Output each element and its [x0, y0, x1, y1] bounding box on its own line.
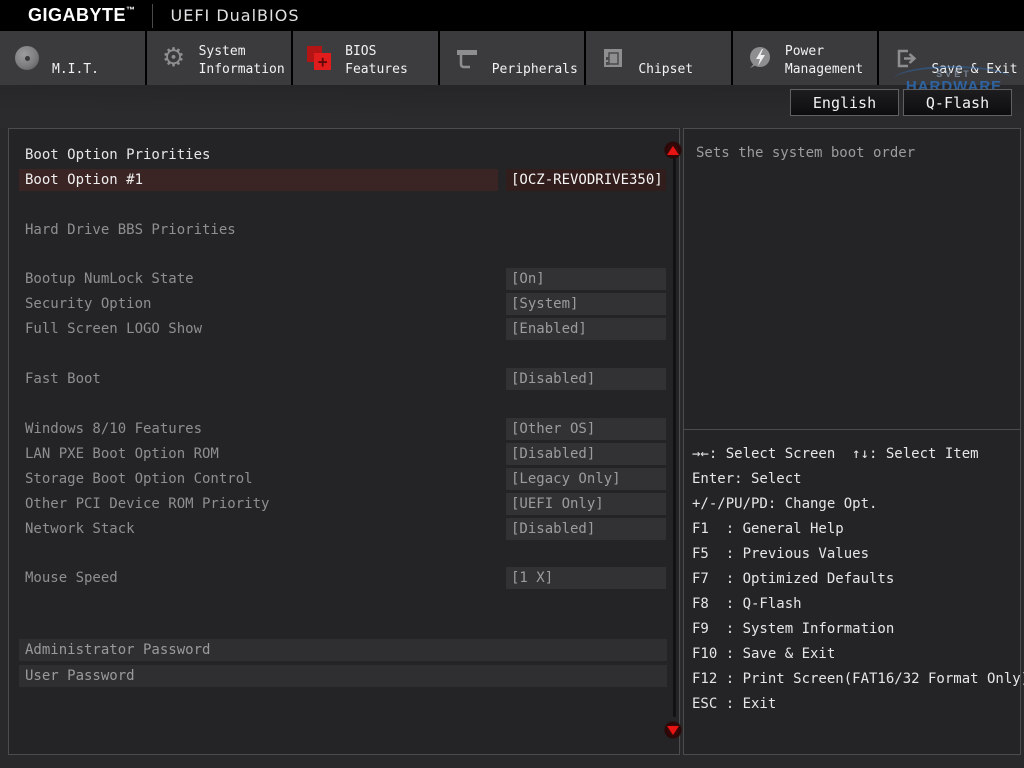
help-key-line: Enter: Select: [692, 468, 1016, 493]
help-key-line: F12 : Print Screen(FAT16/32 Format Only): [692, 668, 1016, 693]
setting-label: Bootup NumLock State: [19, 268, 194, 290]
help-description: Sets the system boot order: [696, 145, 915, 161]
setting-label: Boot Option Priorities: [19, 144, 210, 166]
power-lightning-icon: [746, 44, 774, 72]
boot-option-1-row[interactable]: Boot Option #1 [OCZ-REVODRIVE350]: [19, 169, 667, 191]
bios-title: UEFI DualBIOS: [171, 6, 300, 25]
setting-value[interactable]: [OCZ-REVODRIVE350]: [506, 169, 666, 191]
help-key-line: F9 : System Information: [692, 618, 1016, 643]
setting-label: Full Screen LOGO Show: [19, 318, 202, 340]
hard-drive-bbs-priorities-row[interactable]: Hard Drive BBS Priorities: [19, 219, 667, 241]
setting-value[interactable]: [On]: [506, 268, 666, 290]
help-panel: Sets the system boot order →←: Select Sc…: [683, 128, 1021, 755]
storage-boot-option-control-row[interactable]: Storage Boot Option Control [Legacy Only]: [19, 468, 667, 490]
help-key-line: +/-/PU/PD: Change Opt.: [692, 493, 1016, 518]
main-menu-tabbar: M.I.T. ⚙ System Information + BIOS Featu…: [0, 31, 1024, 85]
setting-value[interactable]: [1 X]: [506, 567, 666, 589]
setting-label: Administrator Password: [19, 639, 210, 661]
setting-value[interactable]: [Disabled]: [506, 368, 666, 390]
tab-power-management[interactable]: Power Management: [733, 31, 878, 85]
qflash-button[interactable]: Q-Flash: [903, 89, 1012, 116]
setting-label: Other PCI Device ROM Priority: [19, 493, 269, 515]
user-password-row[interactable]: User Password: [19, 665, 667, 687]
tab-chipset[interactable]: Chipset: [586, 31, 731, 85]
key-legend: →←: Select Screen ↑↓: Select ItemEnter: …: [692, 443, 1016, 718]
tab-label: Chipset: [638, 61, 693, 79]
title-bar: GIGABYTE™ UEFI DualBIOS: [0, 0, 1024, 31]
setting-label: Windows 8/10 Features: [19, 418, 202, 440]
language-button[interactable]: English: [790, 89, 899, 116]
scroll-up-arrow-icon[interactable]: [664, 141, 682, 159]
help-divider: [684, 429, 1020, 430]
tab-label: Peripherals: [492, 61, 578, 79]
fast-boot-row[interactable]: Fast Boot [Disabled]: [19, 368, 667, 390]
help-key-line: ESC : Exit: [692, 693, 1016, 718]
gear-icon: ⚙: [160, 44, 188, 72]
help-key-line: F7 : Optimized Defaults: [692, 568, 1016, 593]
help-key-line: F1 : General Help: [692, 518, 1016, 543]
tab-peripherals[interactable]: Peripherals: [440, 31, 585, 85]
tab-system-information[interactable]: ⚙ System Information: [147, 31, 292, 85]
dial-icon: [13, 44, 41, 72]
setting-label: Network Stack: [19, 518, 135, 540]
settings-panel: Boot Option Priorities Boot Option #1 [OCZ…: [8, 128, 680, 755]
help-key-line: F10 : Save & Exit: [692, 643, 1016, 668]
chipset-icon: [599, 44, 627, 72]
setting-label: Mouse Speed: [19, 567, 118, 589]
security-option-row[interactable]: Security Option [System]: [19, 293, 667, 315]
mouse-speed-row[interactable]: Mouse Speed [1 X]: [19, 567, 667, 589]
setting-value[interactable]: [System]: [506, 293, 666, 315]
setting-label: Boot Option #1: [19, 169, 498, 191]
bootup-numlock-state-row[interactable]: Bootup NumLock State [On]: [19, 268, 667, 290]
help-key-line: →←: Select Screen ↑↓: Select Item: [692, 443, 1016, 468]
tab-label: M.I.T.: [52, 61, 99, 79]
setting-label: LAN PXE Boot Option ROM: [19, 443, 219, 465]
setting-label: Storage Boot Option Control: [19, 468, 253, 490]
tab-label: System Information: [199, 43, 287, 79]
network-stack-row[interactable]: Network Stack [Disabled]: [19, 518, 667, 540]
setting-label: Fast Boot: [19, 368, 101, 390]
tab-bios-features[interactable]: + BIOS Features: [293, 31, 438, 85]
gigabyte-logo: GIGABYTE™: [28, 5, 136, 26]
lan-pxe-boot-option-rom-row[interactable]: LAN PXE Boot Option ROM [Disabled]: [19, 443, 667, 465]
tab-label: Power Management: [785, 43, 873, 79]
administrator-password-row[interactable]: Administrator Password: [19, 639, 667, 661]
setting-label: Security Option: [19, 293, 151, 315]
tab-mit[interactable]: M.I.T.: [0, 31, 145, 85]
peripheral-icon: [453, 44, 481, 72]
setting-value[interactable]: [Enabled]: [506, 318, 666, 340]
setting-label: Hard Drive BBS Priorities: [19, 219, 236, 241]
tab-label: BIOS Features: [345, 43, 433, 79]
setting-value[interactable]: [Disabled]: [506, 443, 666, 465]
setting-value[interactable]: [UEFI Only]: [506, 493, 666, 515]
help-key-line: F8 : Q-Flash: [692, 593, 1016, 618]
setting-label: User Password: [19, 665, 135, 687]
title-divider: [152, 4, 153, 28]
setting-value[interactable]: [Disabled]: [506, 518, 666, 540]
bios-chip-plus-icon: +: [306, 44, 334, 72]
help-key-line: F5 : Previous Values: [692, 543, 1016, 568]
scrollbar-track[interactable]: [673, 157, 676, 717]
setting-value[interactable]: [Legacy Only]: [506, 468, 666, 490]
scroll-down-arrow-icon[interactable]: [664, 721, 682, 739]
settings-list: Boot Option Priorities Boot Option #1 [OCZ…: [9, 144, 679, 687]
windows-8-10-features-row[interactable]: Windows 8/10 Features [Other OS]: [19, 418, 667, 440]
setting-value[interactable]: [Other OS]: [506, 418, 666, 440]
full-screen-logo-show-row[interactable]: Full Screen LOGO Show [Enabled]: [19, 318, 667, 340]
other-pci-device-rom-priority-row[interactable]: Other PCI Device ROM Priority [UEFI Only]: [19, 493, 667, 515]
boot-option-priorities-header-row: Boot Option Priorities: [19, 144, 667, 166]
